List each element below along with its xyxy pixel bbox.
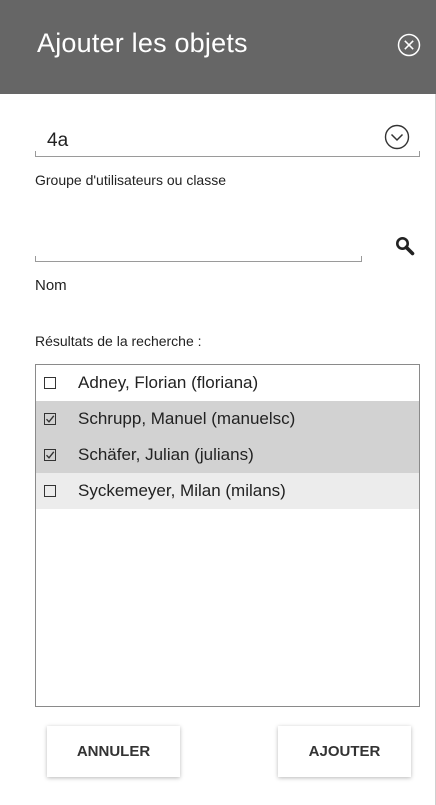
search-icon — [396, 237, 415, 256]
group-select-value[interactable]: 4a — [47, 130, 68, 152]
result-label: Syckemeyer, Milan (milans) — [78, 481, 286, 500]
result-label: Schrupp, Manuel (manuelsc) — [78, 409, 296, 428]
checkbox-unchecked[interactable] — [44, 485, 56, 497]
cancel-button[interactable]: ANNULER — [47, 726, 180, 777]
results-label: Résultats de la recherche : — [35, 333, 202, 349]
result-row-floriana[interactable]: Adney, Florian (floriana) — [36, 365, 419, 401]
checkbox-checked[interactable] — [44, 413, 56, 425]
checkbox-checked[interactable] — [44, 449, 56, 461]
result-row-julians[interactable]: Schäfer, Julian (julians) — [36, 437, 419, 473]
name-search-input[interactable] — [35, 232, 362, 260]
search-button[interactable] — [394, 235, 416, 257]
add-objects-dialog: Ajouter les objets 4a Groupe d'utilisate… — [0, 0, 436, 805]
name-search-label: Nom — [35, 277, 67, 294]
results-list: Adney, Florian (floriana) Schrupp, Manue… — [35, 364, 420, 707]
result-label: Adney, Florian (floriana) — [78, 373, 259, 392]
close-circle-icon — [397, 33, 421, 57]
group-dropdown-button[interactable] — [384, 124, 410, 150]
close-button[interactable] — [397, 33, 421, 57]
group-select-underline — [35, 151, 420, 157]
result-label: Schäfer, Julian (julians) — [78, 445, 254, 464]
checkbox-unchecked[interactable] — [44, 377, 56, 389]
chevron-down-circle-icon — [384, 124, 410, 150]
result-row-milans[interactable]: Syckemeyer, Milan (milans) — [36, 473, 419, 509]
checkmark-icon — [45, 415, 55, 423]
name-input-underline — [35, 256, 362, 262]
checkmark-icon — [45, 451, 55, 459]
group-select-label: Groupe d'utilisateurs ou classe — [35, 172, 226, 188]
dialog-title: Ajouter les objets — [37, 28, 248, 58]
add-button[interactable]: AJOUTER — [278, 726, 411, 777]
result-row-manuelsc[interactable]: Schrupp, Manuel (manuelsc) — [36, 401, 419, 437]
dialog-header: Ajouter les objets — [0, 0, 436, 94]
